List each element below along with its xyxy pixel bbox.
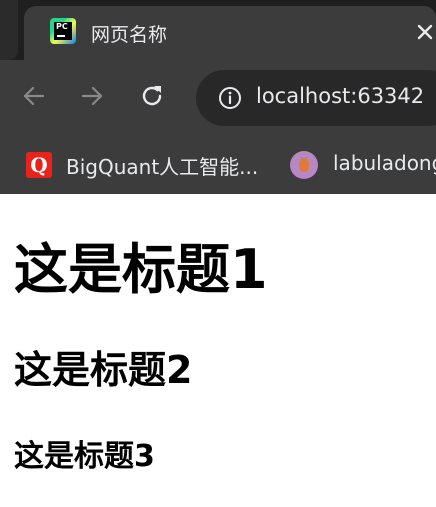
heading-1: 这是标题1 <box>14 238 268 301</box>
bookmarks-bar: Q BigQuant人工智能... labuladong <box>0 136 436 194</box>
bigquant-icon: Q <box>26 152 52 178</box>
heading-3: 这是标题3 <box>14 439 155 474</box>
pycharm-icon-bar <box>57 35 65 37</box>
heading-2: 这是标题2 <box>14 348 193 392</box>
page-content: 这是标题1 这是标题2 这是标题3 <box>0 194 436 507</box>
bookmark-label: labuladong <box>333 151 436 175</box>
previous-tab-edge[interactable] <box>0 0 18 60</box>
pycharm-icon: PC <box>50 18 76 44</box>
bookmark-label: BigQuant人工智能... <box>66 155 259 179</box>
address-bar[interactable]: localhost:63342 <box>196 70 436 126</box>
pycharm-icon-inner: PC <box>54 22 72 40</box>
tab-title: 网页名称 <box>91 24 168 46</box>
reload-icon[interactable] <box>138 82 166 110</box>
tab-strip: PC 网页名称 <box>0 0 436 60</box>
info-icon[interactable] <box>218 86 242 110</box>
back-arrow-icon[interactable] <box>20 82 48 110</box>
active-tab[interactable]: PC 网页名称 <box>24 6 436 60</box>
labuladong-icon <box>290 151 318 179</box>
browser-window: PC 网页名称 localhost:63342 Q BigQuant人工智能..… <box>0 0 436 507</box>
forward-arrow-icon[interactable] <box>78 82 106 110</box>
labuladong-icon-drop <box>299 157 309 172</box>
url-text[interactable]: localhost:63342 <box>256 84 424 108</box>
toolbar: localhost:63342 <box>0 60 436 136</box>
close-icon[interactable] <box>412 19 436 45</box>
favicon-text: PC <box>56 22 68 31</box>
